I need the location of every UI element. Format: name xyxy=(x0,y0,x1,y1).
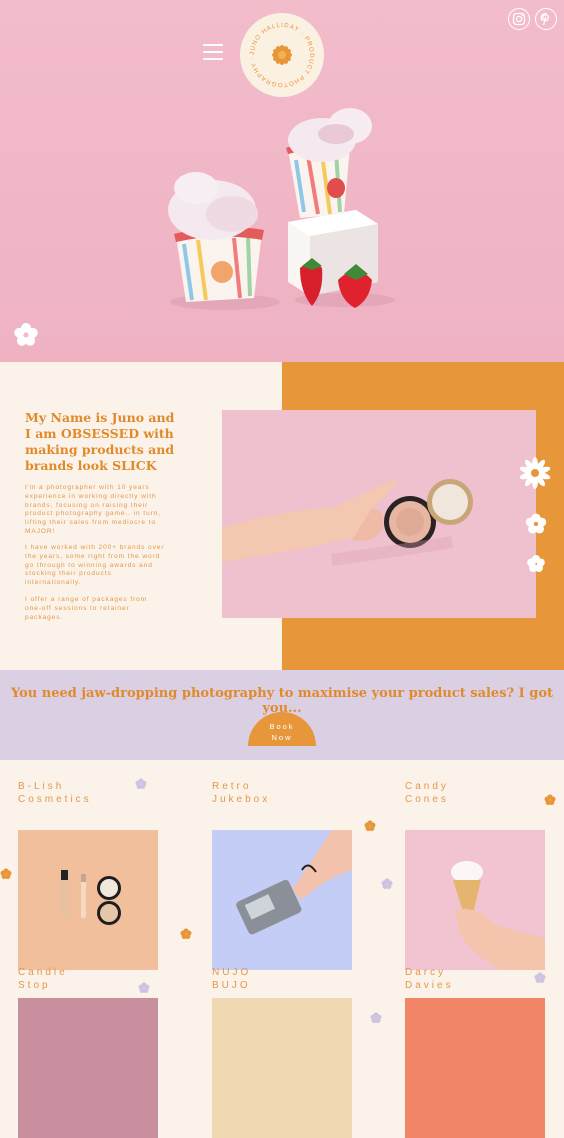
flower-decoration-icon xyxy=(544,794,556,805)
about-paragraph-2: I have worked with 200+ brands over the … xyxy=(25,544,165,587)
flower-logo-icon: JUNO HALLIDAY · PRODUCT PHOTOGRAPHY · xyxy=(249,22,314,88)
portfolio-thumbnail xyxy=(18,998,158,1138)
about-heading: My Name is Juno and I am OBSESSED with m… xyxy=(25,410,175,473)
about-section: My Name is Juno and I am OBSESSED with m… xyxy=(0,362,564,670)
instagram-icon[interactable] xyxy=(508,8,530,30)
hamburger-menu-icon[interactable] xyxy=(203,44,223,60)
pinterest-icon[interactable] xyxy=(535,8,557,30)
portfolio-item-darcy-davies[interactable]: Darcy Davies xyxy=(405,966,545,1138)
portfolio-thumbnail xyxy=(405,830,545,970)
portfolio-item-label: NUJO BUJO xyxy=(212,967,252,991)
portfolio-thumbnail xyxy=(18,830,158,970)
portfolio-item-label: Darcy Davies xyxy=(405,967,454,991)
portfolio-thumbnail xyxy=(212,998,352,1138)
flower-decoration-icon xyxy=(370,1012,382,1023)
daisy-decoration-icon xyxy=(519,457,551,489)
flower-decoration-icon xyxy=(534,972,546,983)
portfolio-item-candy-cones[interactable]: Candy Cones xyxy=(405,780,545,970)
hero-section: JUNO HALLIDAY · PRODUCT PHOTOGRAPHY · xyxy=(0,0,564,362)
portfolio-grid: B-Lish Cosmetics Retro Jukebox Candy Cones xyxy=(0,760,564,1138)
about-paragraph-1: I'm a photographer with 10 years experie… xyxy=(25,484,161,535)
portfolio-item-label: Retro Jukebox xyxy=(212,781,271,805)
site-logo[interactable]: JUNO HALLIDAY · PRODUCT PHOTOGRAPHY · xyxy=(240,13,324,97)
flower-decoration-icon xyxy=(135,778,147,789)
compact-hand-photo xyxy=(222,410,536,618)
portfolio-item-label: Candle Stop xyxy=(18,967,68,991)
flower-decoration-icon xyxy=(0,868,12,879)
flower-decoration-icon xyxy=(138,982,150,993)
book-now-button[interactable]: Book Now xyxy=(248,712,316,746)
flower-decoration-icon xyxy=(525,513,547,534)
portfolio-thumbnail xyxy=(212,830,352,970)
flower-decoration-icon xyxy=(14,323,38,346)
flower-decoration-icon xyxy=(364,820,376,831)
portfolio-item-candle-stop[interactable]: Candle Stop xyxy=(18,966,158,1138)
cta-section: You need jaw-dropping photography to max… xyxy=(0,670,564,760)
flower-decoration-icon xyxy=(180,928,192,939)
portfolio-item-nujo-bujo[interactable]: NUJO BUJO xyxy=(212,966,352,1138)
portfolio-item-label: Candy Cones xyxy=(405,781,449,805)
portfolio-item-retro-jukebox[interactable]: Retro Jukebox xyxy=(212,780,352,970)
flower-decoration-icon xyxy=(381,878,393,889)
about-paragraph-3: I offer a range of packages from one-off… xyxy=(25,596,148,621)
portfolio-thumbnail xyxy=(405,998,545,1138)
flower-decoration-icon xyxy=(527,555,545,572)
